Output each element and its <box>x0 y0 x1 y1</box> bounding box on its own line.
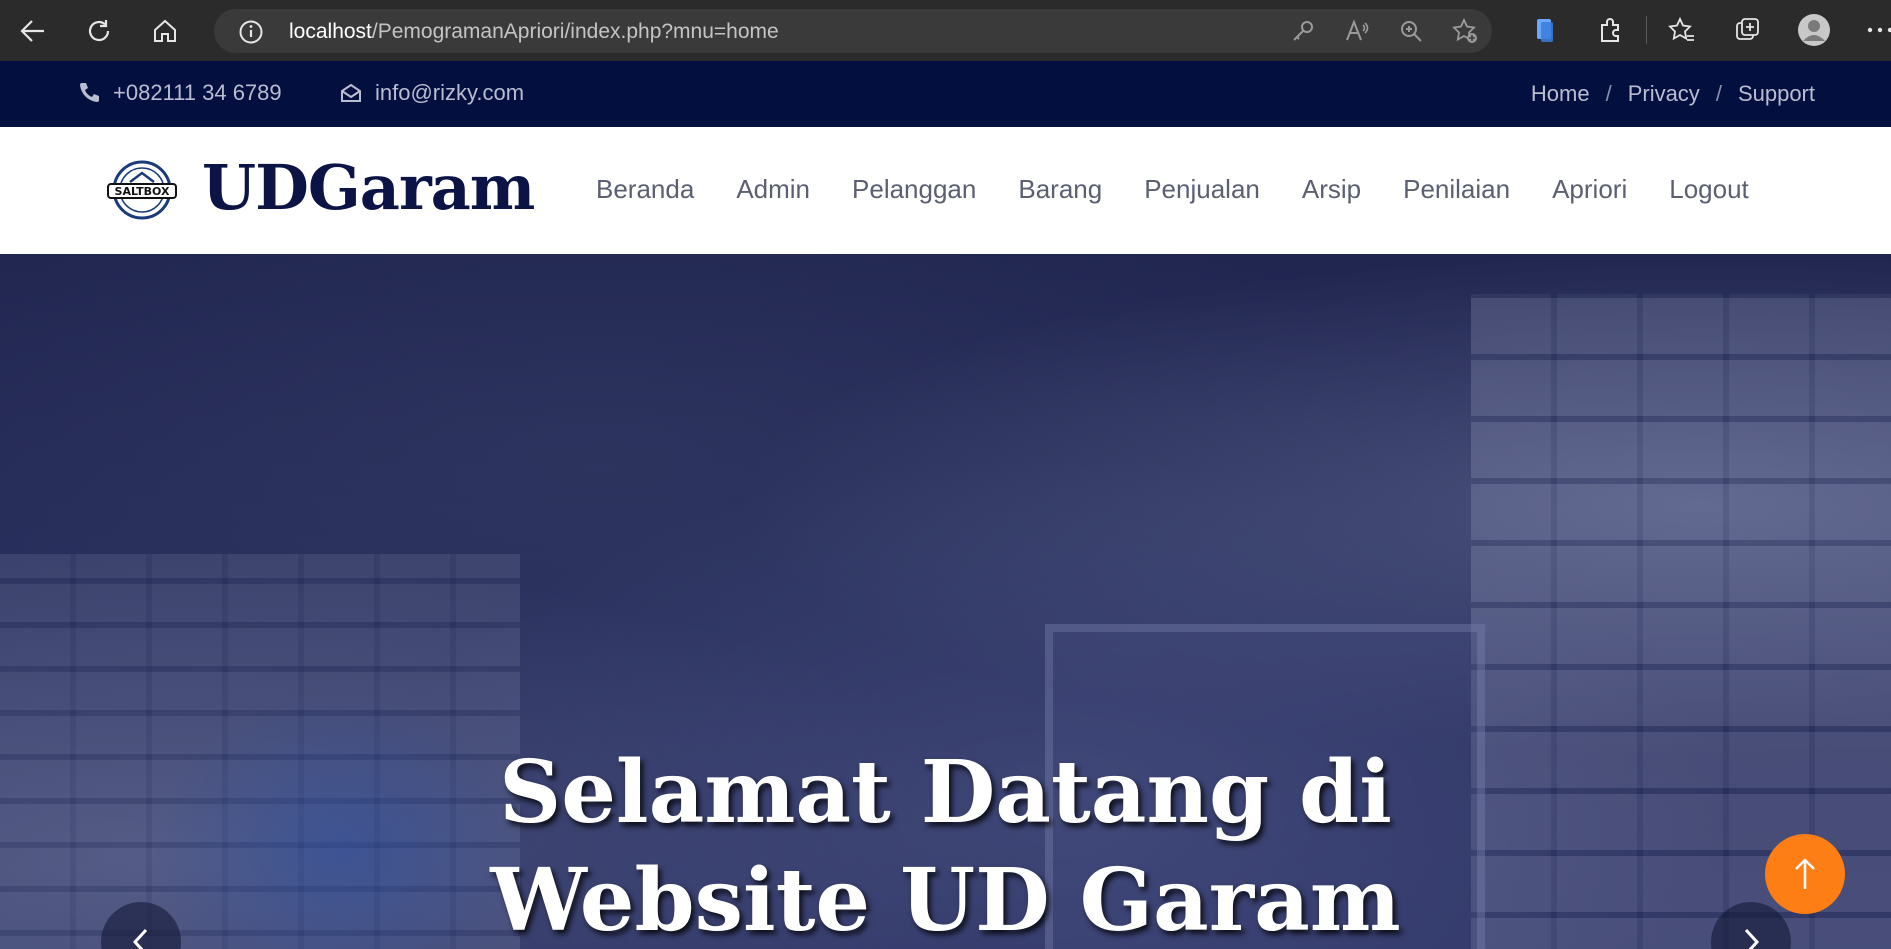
saltbox-logo[interactable]: SALTBOX <box>106 160 178 220</box>
browser-toolbar: localhost/PemogramanApriori/index.php?mn… <box>0 0 1891 61</box>
url-host: localhost <box>289 20 372 43</box>
phone-icon <box>80 83 99 102</box>
link-separator: / <box>1715 81 1722 106</box>
key-icon[interactable] <box>1288 15 1318 47</box>
top-link-support[interactable]: Support <box>1738 81 1815 107</box>
extensions-icon[interactable] <box>1578 8 1644 52</box>
nav-item-admin[interactable]: Admin <box>736 174 810 205</box>
nav-item-beranda[interactable]: Beranda <box>596 174 694 205</box>
home-icon <box>154 19 176 42</box>
collections-add-icon[interactable] <box>1715 8 1781 52</box>
phone-number: +082111 34 6789 <box>113 80 282 105</box>
arrow-up-icon <box>1795 858 1815 889</box>
refresh-icon <box>88 19 110 41</box>
hero-carousel: Selamat Datang di Website UD Garam <box>0 254 1891 949</box>
address-bar[interactable]: localhost/PemogramanApriori/index.php?mn… <box>214 9 1492 53</box>
nav-item-penilaian[interactable]: Penilaian <box>1403 174 1510 205</box>
collections-icon[interactable] <box>1512 8 1578 52</box>
favorite-add-icon[interactable] <box>1450 15 1480 47</box>
svg-text:SALTBOX: SALTBOX <box>115 185 170 198</box>
info-icon[interactable] <box>238 19 264 50</box>
nav-item-apriori[interactable]: Apriori <box>1552 174 1627 205</box>
refresh-button[interactable] <box>66 0 132 61</box>
home-button[interactable] <box>132 0 198 61</box>
back-button[interactable] <box>0 0 66 61</box>
back-to-top-button[interactable] <box>1765 834 1845 914</box>
envelope-icon <box>341 83 361 102</box>
link-separator: / <box>1605 81 1612 106</box>
nav-item-penjualan[interactable]: Penjualan <box>1144 174 1260 205</box>
hero-title-line1: Selamat Datang di <box>499 742 1392 843</box>
main-nav: Beranda Admin Pelanggan Barang Penjualan… <box>596 174 1749 205</box>
email-address: info@rizky.com <box>375 80 525 105</box>
nav-item-barang[interactable]: Barang <box>1018 174 1102 205</box>
brand-name[interactable]: UDGaram <box>202 151 535 224</box>
chevron-left-icon <box>132 928 148 949</box>
read-aloud-icon[interactable] <box>1342 15 1372 47</box>
nav-item-pelanggan[interactable]: Pelanggan <box>852 174 976 205</box>
nav-item-logout[interactable]: Logout <box>1669 174 1749 205</box>
top-contact-bar: +082111 34 6789 info@rizky.com Home / Pr… <box>0 61 1891 127</box>
nav-item-arsip[interactable]: Arsip <box>1302 174 1361 205</box>
zoom-icon[interactable] <box>1396 15 1426 47</box>
email-contact[interactable]: info@rizky.com <box>339 80 524 106</box>
url-text[interactable]: localhost/PemogramanApriori/index.php?mn… <box>289 20 779 44</box>
site-header: SALTBOX UDGaram Beranda Admin Pelanggan … <box>0 127 1891 254</box>
more-options-icon[interactable] <box>1847 8 1891 52</box>
top-link-home[interactable]: Home <box>1531 81 1590 107</box>
hero-title-line2: Website UD Garam <box>490 850 1401 949</box>
hero-title: Selamat Datang di Website UD Garam <box>0 739 1891 949</box>
favorites-icon[interactable] <box>1649 8 1715 52</box>
back-arrow-icon <box>20 19 44 42</box>
top-link-privacy[interactable]: Privacy <box>1628 81 1700 107</box>
top-links: Home / Privacy / Support <box>1531 81 1815 107</box>
profile-avatar-icon[interactable] <box>1781 8 1847 52</box>
chevron-right-icon <box>1744 928 1760 949</box>
url-path: /PemogramanApriori/index.php?mnu=home <box>371 20 779 43</box>
phone-contact[interactable]: +082111 34 6789 <box>77 80 282 106</box>
toolbar-divider <box>1646 16 1647 44</box>
